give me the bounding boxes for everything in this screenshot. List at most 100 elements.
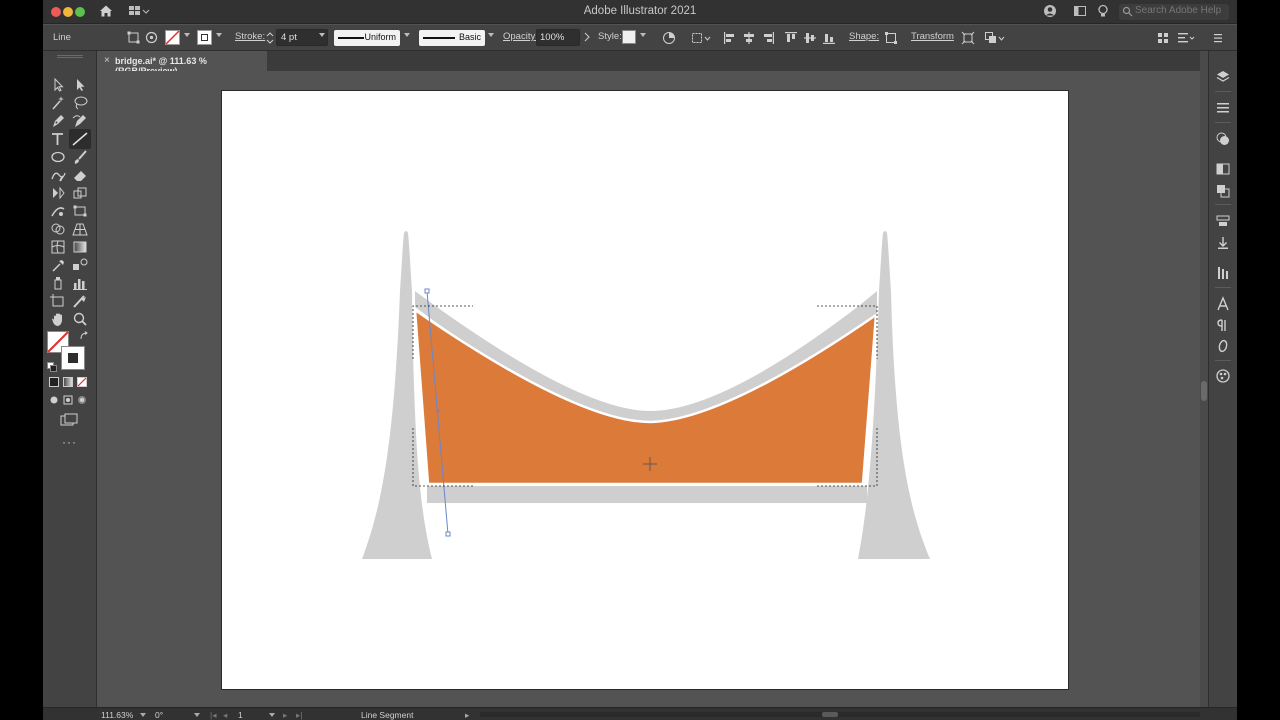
scale-icon[interactable]: [71, 185, 89, 201]
opentype-icon[interactable]: [1215, 338, 1231, 354]
paintbrush-icon[interactable]: [71, 149, 89, 165]
line-segment-icon[interactable]: [69, 129, 91, 149]
character-icon[interactable]: [1215, 296, 1231, 312]
align-top-icon[interactable]: [784, 31, 798, 48]
type-icon[interactable]: [49, 131, 67, 147]
recolor-target-icon[interactable]: [145, 31, 158, 47]
stroke-color-box[interactable]: [61, 346, 85, 370]
opacity-expand-icon[interactable]: [584, 32, 590, 45]
rotation-value[interactable]: 0°: [155, 710, 163, 720]
perspective-grid-icon[interactable]: [71, 221, 89, 237]
style-dropdown-icon[interactable]: [640, 33, 646, 37]
stroke-weight-dropdown-icon[interactable]: [319, 33, 325, 37]
align-panel-icon[interactable]: [1215, 213, 1231, 229]
align-center-icon[interactable]: [742, 31, 756, 48]
libraries-icon[interactable]: [1215, 265, 1231, 281]
transparency-icon[interactable]: [1215, 161, 1231, 177]
brush-dropdown-icon[interactable]: [488, 33, 494, 37]
align-bottom-icon[interactable]: [822, 31, 836, 48]
gradient-icon[interactable]: [71, 239, 89, 255]
arrange-panels-icon[interactable]: [1157, 31, 1169, 48]
free-transform-icon[interactable]: [71, 203, 89, 219]
swap-fill-stroke-icon[interactable]: [79, 331, 89, 344]
document-tab[interactable]: × bridge.ai* @ 111.63 % (RGB/Preview): [97, 51, 267, 76]
shape-icon[interactable]: [884, 31, 898, 48]
align-left-icon[interactable]: [723, 31, 737, 48]
brush-definition[interactable]: Basic: [419, 30, 485, 46]
fill-dropdown-icon[interactable]: [184, 33, 190, 37]
column-graph-icon[interactable]: [71, 275, 89, 291]
pathfinder-panel-icon[interactable]: [1215, 183, 1231, 199]
stroke-stepper-icon[interactable]: [266, 31, 274, 48]
graphic-style-swatch[interactable]: [622, 30, 636, 44]
stroke-swatch-white[interactable]: [197, 30, 212, 48]
close-tab-icon[interactable]: ×: [104, 55, 110, 66]
shape-builder-icon[interactable]: [49, 221, 67, 237]
screen-mode-icon[interactable]: [60, 413, 78, 430]
help-search-input[interactable]: [1135, 5, 1227, 16]
rotate-icon[interactable]: [49, 185, 67, 201]
opacity-panel-link[interactable]: Opacity:: [503, 31, 538, 42]
appearance-icon[interactable]: [1215, 131, 1231, 147]
artboard-icon[interactable]: [49, 293, 67, 309]
hand-icon[interactable]: [49, 311, 67, 327]
direct-selection-icon[interactable]: [71, 77, 89, 93]
isolate-mode-icon[interactable]: [127, 31, 140, 47]
paragraph-icon[interactable]: [1215, 317, 1231, 333]
draw-inside-icon[interactable]: [77, 395, 87, 408]
warp-icon[interactable]: [49, 203, 67, 219]
artboard-number[interactable]: 1: [238, 710, 243, 720]
shape-panel-link[interactable]: Shape:: [849, 31, 879, 42]
pen-icon[interactable]: [49, 113, 67, 129]
vertical-scrollbar[interactable]: [1200, 51, 1208, 707]
horizontal-scrollbar[interactable]: [480, 712, 1200, 717]
shaper-icon[interactable]: [49, 167, 67, 183]
text-align-icon[interactable]: [1177, 31, 1195, 48]
fill-swatch-none[interactable]: [165, 30, 180, 48]
symbol-sprayer-icon[interactable]: [49, 275, 67, 291]
artboard[interactable]: [221, 90, 1069, 690]
draw-normal-icon[interactable]: [49, 395, 59, 408]
zoom-dropdown-icon[interactable]: [140, 713, 146, 717]
discover-lightbulb-icon[interactable]: [1097, 4, 1109, 21]
horizontal-scroll-thumb[interactable]: [822, 712, 838, 717]
eyedropper-icon[interactable]: [49, 257, 67, 273]
lasso-icon[interactable]: [71, 95, 89, 111]
profile-dropdown-icon[interactable]: [404, 33, 410, 37]
stroke-weight-field[interactable]: 4 pt: [276, 29, 328, 46]
align-to-icon[interactable]: [691, 31, 711, 48]
transform-panel-link[interactable]: Transform: [911, 31, 954, 42]
mesh-icon[interactable]: [49, 239, 67, 255]
vertical-scroll-thumb[interactable]: [1201, 381, 1207, 401]
draw-behind-icon[interactable]: [63, 395, 73, 408]
rotation-dropdown-icon[interactable]: [194, 713, 200, 717]
magic-wand-icon[interactable]: [49, 95, 67, 111]
document-canvas[interactable]: [97, 71, 1200, 707]
eraser-icon[interactable]: [71, 167, 89, 183]
first-artboard-icon[interactable]: |◂: [210, 710, 216, 720]
pathfinder-icon[interactable]: [984, 31, 1006, 48]
edit-toolbar-icon[interactable]: ···: [62, 435, 77, 449]
account-icon[interactable]: [1043, 4, 1057, 21]
variable-width-profile[interactable]: Uniform: [334, 30, 400, 46]
next-artboard-icon[interactable]: ▸: [283, 710, 287, 720]
toolbar-grip[interactable]: [57, 55, 83, 58]
last-artboard-icon[interactable]: ▸|: [296, 710, 302, 720]
artboard-dropdown-icon[interactable]: [269, 713, 275, 717]
none-mode-icon[interactable]: [77, 377, 87, 390]
recolor-artwork-icon[interactable]: [662, 31, 676, 48]
arrange-documents-icon[interactable]: [1073, 4, 1087, 21]
default-fill-stroke-icon[interactable]: [47, 362, 57, 375]
status-menu-icon[interactable]: ▸: [465, 710, 469, 720]
align-middle-icon[interactable]: [803, 31, 817, 48]
blend-icon[interactable]: [71, 257, 89, 273]
ellipse-icon[interactable]: [49, 149, 67, 165]
zoom-icon[interactable]: [71, 311, 89, 327]
stroke-panel-link[interactable]: Stroke:: [235, 31, 265, 42]
help-search-field[interactable]: [1119, 4, 1229, 20]
color-mode-icon[interactable]: [49, 377, 59, 390]
previous-artboard-icon[interactable]: ◂: [223, 710, 227, 720]
properties-icon[interactable]: [1215, 100, 1231, 116]
control-bar-menu-icon[interactable]: [1213, 31, 1223, 48]
color-guide-icon[interactable]: [1215, 368, 1231, 384]
